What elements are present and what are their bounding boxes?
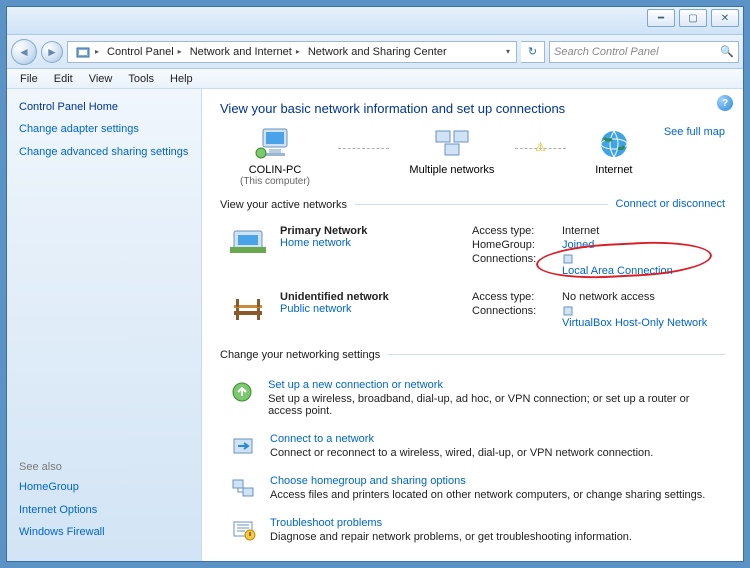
maximize-button[interactable]: ▢: [679, 9, 707, 27]
task-title-link[interactable]: Troubleshoot problems: [270, 517, 382, 529]
network-detail-label: Connections:: [472, 253, 556, 277]
address-bar: ◄ ► ▸ Control Panel▸ Network and Interne…: [7, 35, 743, 69]
change-settings-label: Change your networking settings: [220, 349, 380, 361]
page-title: View your basic network information and …: [220, 101, 725, 116]
menu-file[interactable]: File: [13, 72, 45, 86]
sidebar-link-sharing[interactable]: Change advanced sharing settings: [19, 146, 189, 160]
network-type-link[interactable]: Home network: [280, 237, 351, 249]
network-detail-label: HomeGroup:: [472, 239, 556, 251]
forward-button[interactable]: ►: [41, 41, 63, 63]
network-details: Access type: Internet HomeGroup: Joined Conn…: [472, 225, 725, 277]
main-panel: ? View your basic network information an…: [202, 89, 743, 561]
search-icon: 🔍: [720, 45, 734, 58]
task-title-link[interactable]: Choose homegroup and sharing options: [270, 475, 466, 487]
task-desc: Access files and printers located on oth…: [270, 489, 705, 501]
task-item: Choose homegroup and sharing options Acc…: [220, 467, 725, 509]
body: Control Panel Home Change adapter settin…: [7, 89, 743, 561]
breadcrumb-root-icon[interactable]: ▸: [70, 42, 102, 62]
task-icon: [228, 433, 258, 459]
network-icon: [397, 126, 507, 162]
breadcrumb-seg-0[interactable]: Control Panel▸: [102, 42, 185, 62]
task-item: Set up a new connection or network Set u…: [220, 371, 725, 425]
sidebar: Control Panel Home Change adapter settin…: [7, 89, 202, 561]
network-details: Access type: No network access Connections…: [472, 291, 725, 329]
task-desc: Diagnose and repair network problems, or…: [270, 531, 632, 543]
network-detail-value: No network access: [562, 291, 725, 303]
breadcrumb[interactable]: ▸ Control Panel▸ Network and Internet▸ N…: [67, 41, 517, 63]
close-button[interactable]: ✕: [711, 9, 739, 27]
minimize-button[interactable]: ━: [647, 9, 675, 27]
node-multi: Multiple networks: [397, 126, 507, 176]
network-block: Primary Network Home network Access type…: [220, 221, 725, 287]
menu-view[interactable]: View: [82, 72, 120, 86]
network-detail-link[interactable]: VirtualBox Host-Only Network: [562, 305, 725, 329]
task-desc: Connect or reconnect to a wireless, wire…: [270, 447, 653, 459]
node-pc-sub: (This computer): [220, 176, 330, 187]
breadcrumb-label: Network and Sharing Center: [308, 46, 447, 58]
breadcrumb-label: Control Panel: [107, 46, 174, 58]
node-pc: COLIN-PC (This computer): [220, 126, 330, 187]
sidebar-link-adapter[interactable]: Change adapter settings: [19, 123, 189, 137]
network-type-icon: [228, 225, 268, 259]
search-input[interactable]: Search Control Panel 🔍: [549, 41, 739, 63]
task-item: Troubleshoot problems Diagnose and repai…: [220, 509, 725, 551]
active-networks-label: View your active networks: [220, 199, 347, 211]
network-detail-link[interactable]: Joined: [562, 239, 725, 251]
node-pc-label: COLIN-PC: [220, 164, 330, 176]
globe-icon: [574, 126, 654, 162]
seealso-homegroup[interactable]: HomeGroup: [19, 481, 189, 495]
network-detail-link[interactable]: Local Area Connection: [562, 253, 725, 277]
sidebar-home[interactable]: Control Panel Home: [19, 101, 189, 113]
task-icon: [228, 475, 258, 501]
network-detail-label: Access type:: [472, 291, 556, 303]
node-internet-label: Internet: [574, 164, 654, 176]
breadcrumb-dropdown[interactable]: ▾: [502, 47, 514, 56]
task-icon: [228, 379, 256, 405]
menu-edit[interactable]: Edit: [47, 72, 80, 86]
network-name: Primary Network: [280, 225, 460, 237]
breadcrumb-seg-1[interactable]: Network and Internet▸: [185, 42, 303, 62]
network-detail-label: Connections:: [472, 305, 556, 329]
network-detail-label: Access type:: [472, 225, 556, 237]
search-placeholder: Search Control Panel: [554, 46, 659, 58]
see-full-map-link[interactable]: See full map: [664, 126, 725, 138]
menu-help[interactable]: Help: [163, 72, 200, 86]
seealso-label: See also: [19, 461, 189, 473]
network-type-link[interactable]: Public network: [280, 303, 352, 315]
task-title-link[interactable]: Set up a new connection or network: [268, 379, 443, 391]
network-detail-value: Internet: [562, 225, 725, 237]
node-multi-label: Multiple networks: [397, 164, 507, 176]
breadcrumb-seg-2[interactable]: Network and Sharing Center: [303, 42, 450, 62]
map-line-warn: [515, 148, 566, 149]
menubar: File Edit View Tools Help: [7, 69, 743, 89]
task-desc: Set up a wireless, broadband, dial-up, a…: [268, 393, 725, 417]
node-internet: Internet: [574, 126, 654, 176]
breadcrumb-label: Network and Internet: [190, 46, 292, 58]
map-line: [338, 148, 389, 149]
refresh-button[interactable]: ↻: [521, 41, 545, 63]
back-button[interactable]: ◄: [11, 39, 37, 65]
seealso-internet-options[interactable]: Internet Options: [19, 504, 189, 518]
network-map: COLIN-PC (This computer) Multiple networ…: [220, 126, 725, 187]
task-title-link[interactable]: Connect to a network: [270, 433, 374, 445]
network-type-icon: [228, 291, 268, 325]
computer-icon: [220, 126, 330, 162]
menu-tools[interactable]: Tools: [121, 72, 161, 86]
network-name: Unidentified network: [280, 291, 460, 303]
titlebar: ━ ▢ ✕: [7, 7, 743, 35]
task-icon: [228, 517, 258, 543]
help-icon[interactable]: ?: [717, 95, 733, 111]
window: ━ ▢ ✕ ◄ ► ▸ Control Panel▸ Network and I…: [6, 6, 744, 562]
connect-disconnect-link[interactable]: Connect or disconnect: [616, 198, 725, 210]
seealso-firewall[interactable]: Windows Firewall: [19, 526, 189, 540]
network-block: Unidentified network Public network Acce…: [220, 287, 725, 339]
task-item: Connect to a network Connect or reconnec…: [220, 425, 725, 467]
